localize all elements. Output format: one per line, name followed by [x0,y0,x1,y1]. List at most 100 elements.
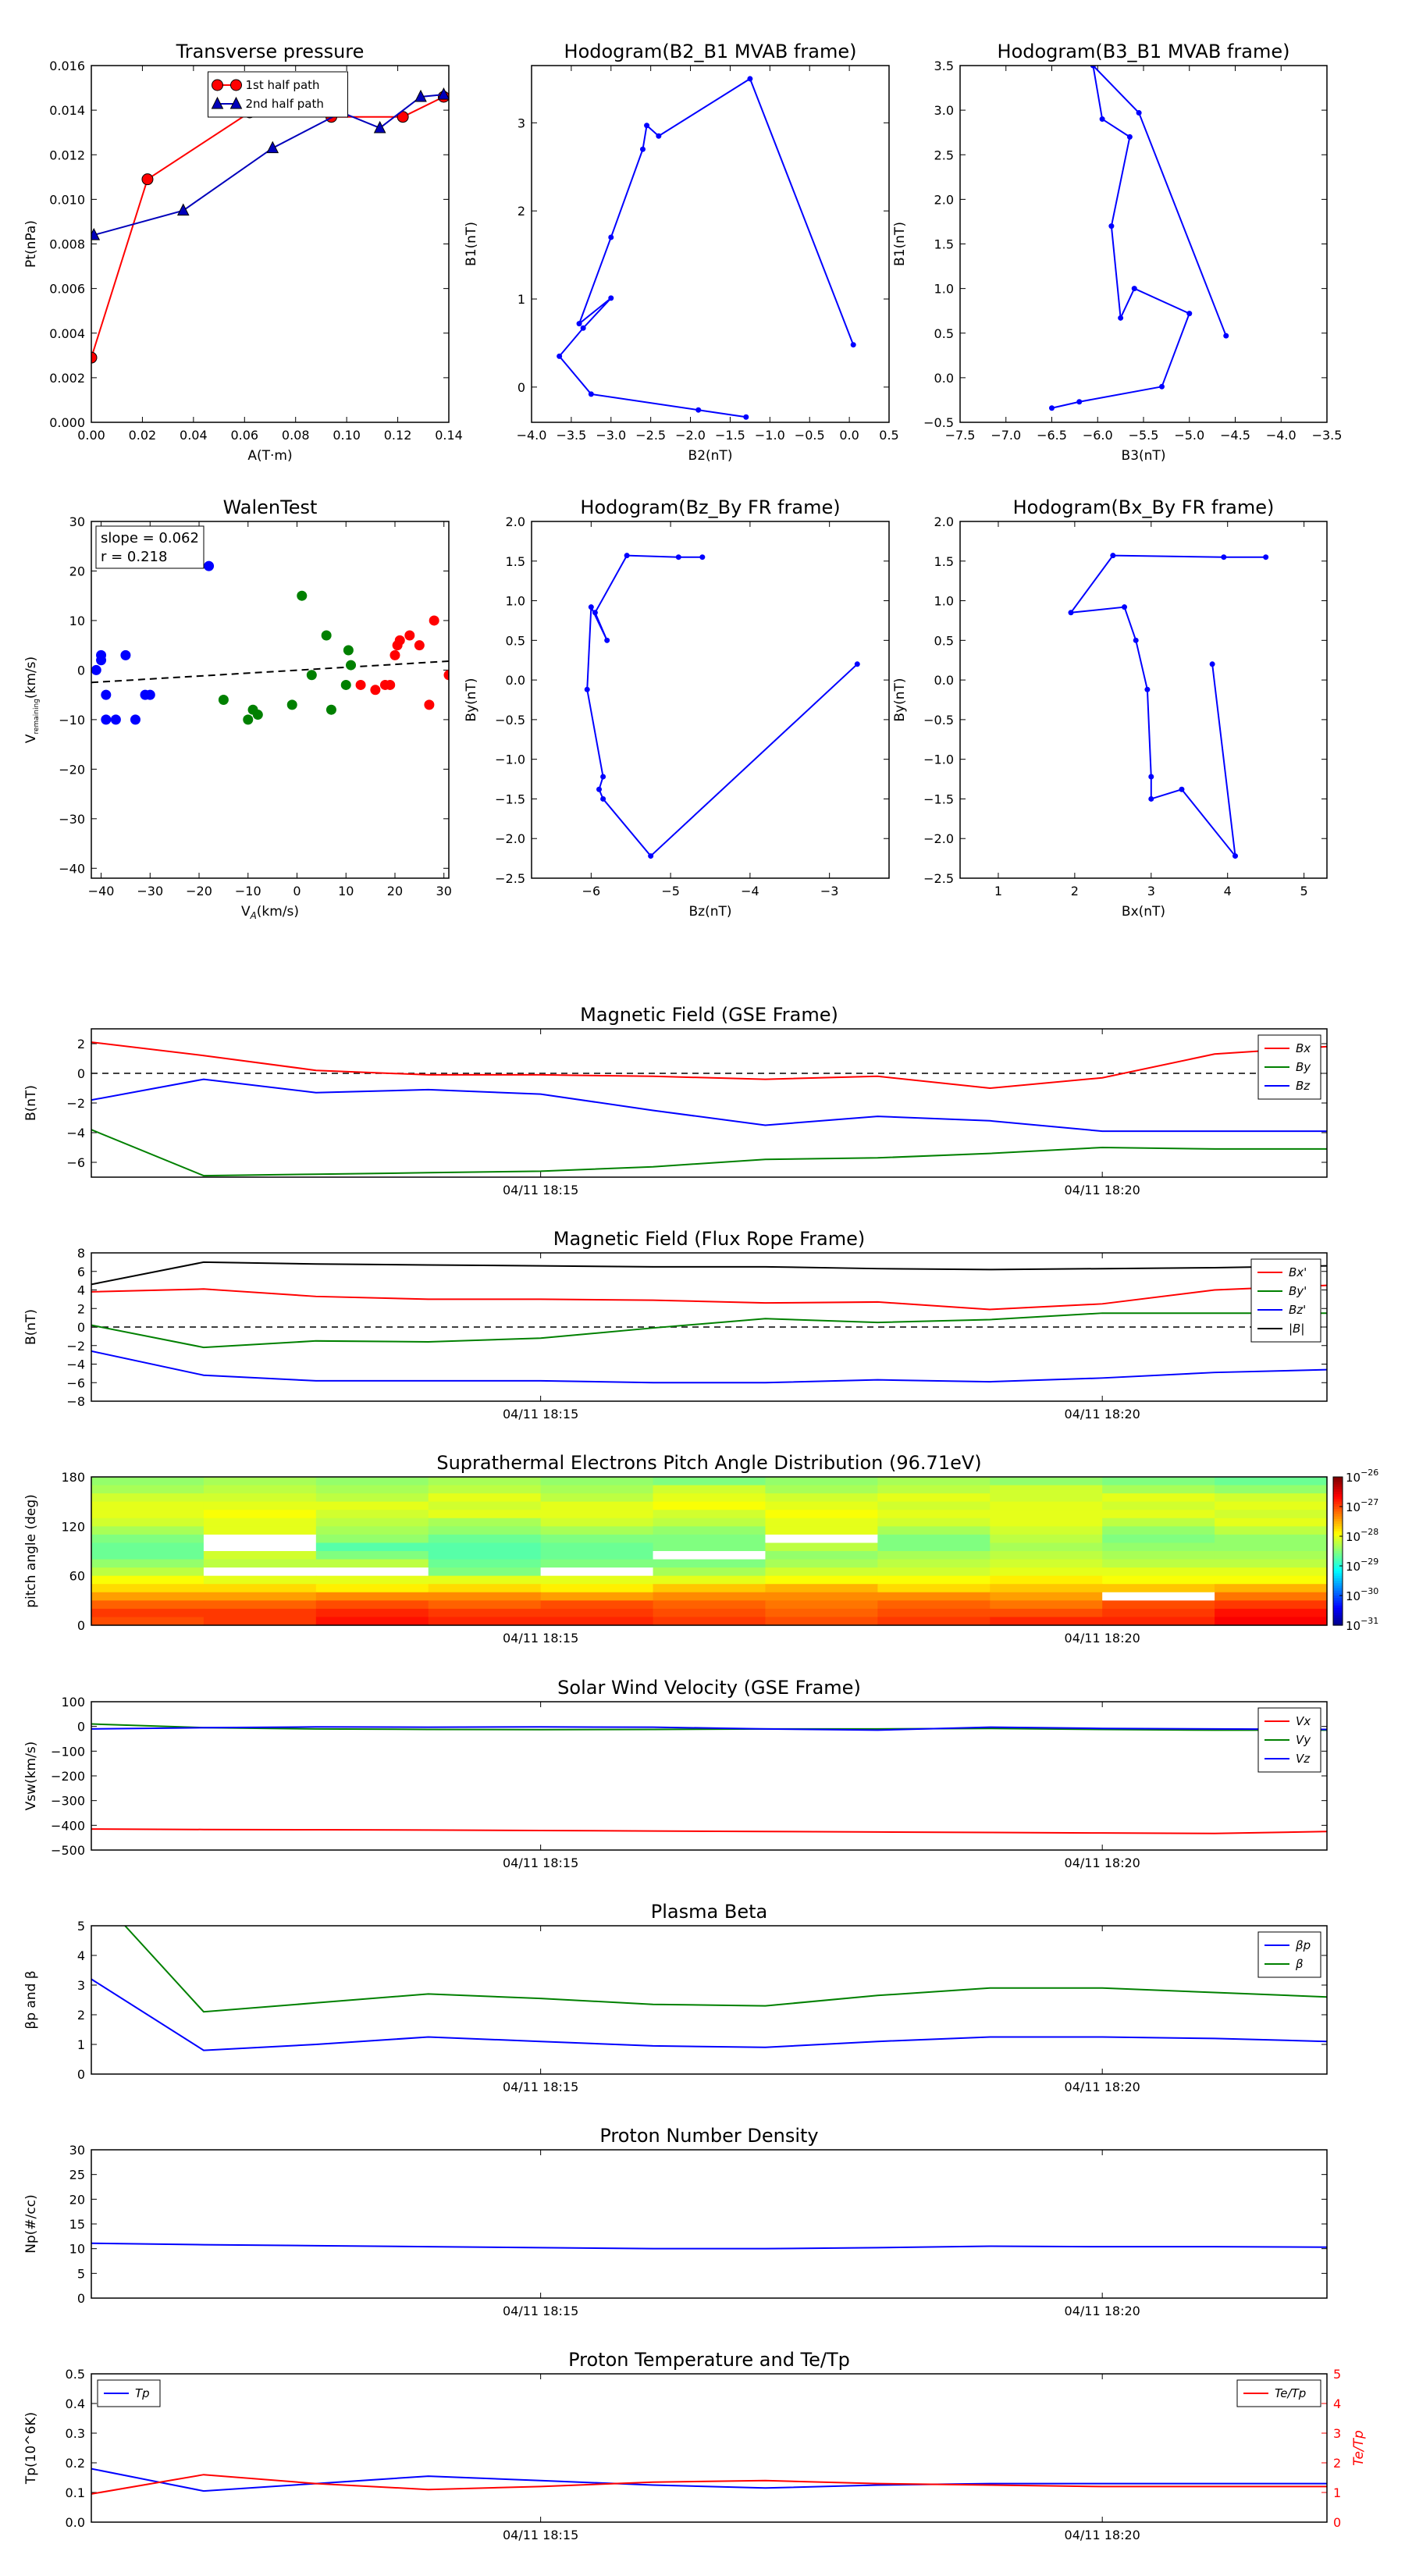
y-tick-label: 0.1 [66,2485,85,2500]
p2-chart: Hodogram(B2_B1 MVAB frame) −4.0 −3.5 −3.0 −2… [464,41,899,464]
y-axis-label: pitch angle (deg) [23,1494,39,1608]
y-axis-label: Pt(nPa) [23,220,39,268]
annotation-text: slope = 0.062 [101,530,199,546]
heatmap-cell [315,1567,429,1577]
ts1-plot-area [91,1041,1327,1177]
heatmap-cell [91,1534,205,1544]
heatmap-cell [1215,1592,1328,1601]
p1-point [176,203,190,216]
p4-point [370,685,381,696]
p6-point [1144,686,1151,692]
p2-point [850,342,856,348]
y-tick-label: 0.0 [934,673,954,688]
p5-point [648,853,654,859]
p4-point [429,615,439,626]
x-tick-label: −4.0 [517,428,547,443]
heatmap-cell [1215,1501,1328,1510]
heatmap-cell [540,1485,654,1494]
p6-point [1133,637,1139,643]
plot-frame [91,1028,1328,1178]
heatmap-cell [91,1551,205,1560]
p6-chart: Hodogram(Bx_By FR frame) 1 2 3 4 5 −2.5 −2.0 −1.… [892,496,1328,920]
heatmap-cell [990,1534,1103,1544]
heatmap-cell [315,1542,429,1552]
heatmap-cell [877,1477,991,1486]
y-tick-label: −10 [59,713,85,728]
p6-point [1232,853,1238,859]
ts7-2-legend-entry: Te/Tp [1275,2386,1306,2400]
y-tick-label: 0 [77,1720,85,1735]
ts1-series-By [91,1129,1327,1177]
heatmap-cell [91,1567,205,1577]
p6-point [1209,661,1215,667]
p2-series-line [558,77,855,418]
y-tick-label: 4 [77,1948,85,1963]
p4-point [414,640,425,651]
x-tick-label: −40 [88,884,115,898]
p5-point [596,786,603,792]
p2-plot-area [557,76,856,420]
heatmap-cell [653,1534,767,1544]
heatmap-cell [315,1608,429,1618]
ts4-series-Vx [91,1828,1327,1834]
x-axis-label: Bx(nT) [1122,904,1165,920]
p6-title: Hodogram(Bx_By FR frame) [1013,496,1275,518]
x-tick-label: −20 [186,884,212,898]
p5-point [600,795,606,802]
ts4-legend-entry: Vx [1296,1714,1311,1728]
heatmap-cell [203,1526,317,1535]
y-tick-label: −40 [59,861,85,876]
heatmap-cell [1102,1542,1215,1552]
heatmap-cell [990,1493,1103,1503]
heatmap-cell [1215,1600,1328,1610]
p4-point [120,649,131,660]
ts6-chart: Proton Number Density 04/11 18:15 04/11 18… [23,2125,1328,2318]
y-tick-label: 3 [518,116,525,130]
p3-point [1136,110,1142,116]
heatmap-cell [877,1567,991,1577]
x-tick-label: 0.10 [333,428,361,443]
p4-point [394,635,405,646]
p6-point [1068,610,1074,616]
plot-frame [531,521,890,879]
y-tick-label: 2 [77,1301,85,1316]
heatmap-cell [1215,1510,1328,1519]
ts2-chart: Magnetic Field (Flux Rope Frame) 04/11 18… [23,1228,1328,1421]
heatmap-cell [540,1477,654,1486]
heatmap-cell [1215,1559,1328,1568]
heatmap-cell [203,1567,317,1577]
heatmap-cell [653,1493,767,1503]
p1-legend-marker [212,79,223,91]
y-tick-label: 1.0 [506,594,525,609]
x-tick-label: −10 [235,884,261,898]
heatmap-cell [653,1575,767,1585]
p4-point [101,689,112,700]
heatmap-cell [428,1567,542,1577]
p1-legend-marker [230,79,242,91]
heatmap-cell [1102,1592,1215,1601]
x-tick-label: −3 [820,884,839,898]
heatmap-cell [765,1559,878,1568]
x-axis-label: B3(nT) [1122,448,1166,464]
y-axis-label: B1(nT) [464,222,479,266]
heatmap-cell [653,1551,767,1560]
ts2-legend-entry: Bx' [1289,1265,1307,1279]
heatmap-cell [765,1510,878,1519]
y-tick-label: 2 [77,1037,85,1051]
ts5-legend-box [1257,1931,1321,1978]
p2-point [656,133,662,139]
heatmap-cell [877,1501,991,1510]
ts2-title: Magnetic Field (Flux Rope Frame) [553,1228,865,1250]
heatmap-cell [990,1600,1103,1610]
y-tick-label: −6 [66,1155,85,1170]
y-tick-label: −6 [66,1375,85,1390]
y-tick-label: 1 [518,292,525,307]
heatmap-cell [765,1617,878,1626]
y-tick-label: 0 [77,1618,85,1633]
x-tick-label: −6.5 [1037,428,1067,443]
x-tick-label: −4 [741,884,759,898]
p4-point [204,560,215,571]
y-tick-label: 2.0 [506,514,525,529]
y-tick-label: −1.5 [923,792,954,806]
ts2-series-By' [91,1312,1327,1349]
